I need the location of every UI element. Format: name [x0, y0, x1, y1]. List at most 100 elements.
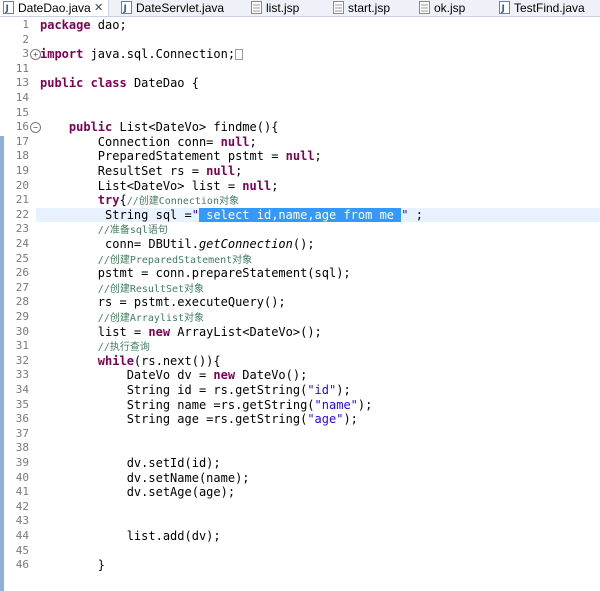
code-line[interactable]: }	[40, 558, 600, 573]
line-number: 26	[15, 266, 29, 280]
line-number-gutter: 1 2 3 +11 13 14 15 16−17 18 19 20 21 22 23 24 25 26 27 28 2…	[4, 17, 41, 591]
tab-label: start.jsp	[348, 1, 391, 15]
tab-label: DateServlet.java	[136, 1, 225, 15]
line-number: 15	[15, 105, 29, 119]
line-number: 14	[15, 91, 29, 104]
line-number: 31	[15, 339, 29, 353]
code-line[interactable]: dv.setName(name);	[40, 471, 600, 486]
code-line[interactable]	[40, 514, 600, 529]
tab-testfind-java[interactable]: J TestFind.java	[496, 0, 600, 16]
line-number: 30	[15, 324, 29, 338]
code-line[interactable]: DateVo dv = new DateVo();	[40, 368, 600, 383]
code-line[interactable]: //准备sql语句	[40, 222, 600, 237]
code-line[interactable]: dv.setId(id);	[40, 456, 600, 471]
line-number: 34	[15, 383, 29, 396]
code-line[interactable]: String age =rs.getString("age");	[40, 412, 600, 427]
java-file-icon: J	[499, 1, 510, 14]
svg-text:J: J	[123, 4, 127, 14]
line-number: 28	[15, 295, 29, 309]
line-number: 20	[15, 178, 29, 192]
line-number: 11	[15, 61, 29, 75]
jsp-file-icon	[251, 1, 262, 14]
line-number: 18	[15, 149, 29, 163]
close-icon[interactable]: ✕	[94, 0, 103, 16]
code-line[interactable]	[40, 500, 600, 515]
code-line[interactable]: Connection conn= null;	[40, 135, 600, 150]
code-line[interactable]: ResultSet rs = null;	[40, 164, 600, 179]
line-number: 45	[15, 543, 29, 557]
code-line[interactable]: PreparedStatement pstmt = null;	[40, 149, 600, 164]
line-number: 36	[15, 412, 29, 426]
code-line[interactable]: public class DateDao {	[40, 76, 600, 91]
line-number: 25	[15, 251, 29, 265]
svg-text:J: J	[501, 4, 505, 14]
line-number: 33	[15, 368, 29, 382]
line-number: 2	[22, 32, 29, 46]
jsp-file-icon	[419, 1, 430, 14]
selected-text: select id,name,age from me	[198, 207, 402, 222]
code-line[interactable]	[40, 62, 600, 77]
line-number: 24	[15, 237, 29, 250]
code-line[interactable]	[40, 33, 600, 48]
code-line[interactable]: while(rs.next()){	[40, 354, 600, 369]
code-line[interactable]	[40, 544, 600, 559]
line-number: 40	[15, 470, 29, 484]
code-line[interactable]: //执行查询	[40, 339, 600, 354]
tab-label: TestFind.java	[514, 1, 585, 15]
line-number: 27	[15, 280, 29, 294]
tab-label: DateDao.java	[18, 1, 91, 15]
code-line[interactable]: try{//创建Connection对象	[40, 193, 600, 208]
code-line[interactable]: //创建ResultSet对象	[40, 281, 600, 296]
line-number: 46	[15, 558, 29, 572]
line-number: 17	[15, 134, 29, 148]
code-line[interactable]: rs = pstmt.executeQuery();	[40, 295, 600, 310]
code-line[interactable]: package dao;	[40, 18, 600, 33]
line-number: 44	[15, 529, 29, 542]
line-number: 37	[15, 426, 29, 440]
tab-ok-jsp[interactable]: ok.jsp	[416, 0, 482, 16]
code-line[interactable]: String id = rs.getString("id");	[40, 383, 600, 398]
editor-tab-bar: J DateDao.java ✕ J DateServlet.java list…	[0, 0, 600, 17]
line-number: 23	[15, 222, 29, 236]
line-number: 41	[15, 485, 29, 499]
code-line[interactable]	[40, 427, 600, 442]
code-line[interactable]	[40, 106, 600, 121]
tab-datedao-java[interactable]: J DateDao.java ✕	[0, 0, 109, 16]
code-line[interactable]: //创建PreparedStatement对象	[40, 252, 600, 267]
svg-text:J: J	[5, 4, 9, 14]
code-line[interactable]: list = new ArrayList<DateVo>();	[40, 325, 600, 340]
line-number: 42	[15, 499, 29, 513]
java-file-icon: J	[3, 1, 14, 14]
tab-label: list.jsp	[266, 1, 300, 15]
line-number: 19	[15, 164, 29, 177]
line-number: 13	[15, 76, 29, 90]
java-file-icon: J	[121, 1, 132, 14]
code-line[interactable]: import java.sql.Connection;	[40, 47, 600, 62]
tab-list-jsp[interactable]: list.jsp	[248, 0, 318, 16]
code-line[interactable]: String name =rs.getString("name");	[40, 398, 600, 413]
tab-start-jsp[interactable]: start.jsp	[330, 0, 402, 16]
folded-imports-icon	[235, 49, 244, 61]
code-editor[interactable]: 1 2 3 +11 13 14 15 16−17 18 19 20 21 22 23 24 25 26 27 28 2…	[0, 17, 600, 591]
code-line[interactable]	[40, 441, 600, 456]
line-number: 1	[22, 18, 29, 31]
line-number: 16	[15, 120, 29, 134]
jsp-file-icon	[333, 1, 344, 14]
tab-label: ok.jsp	[434, 1, 466, 15]
line-number: 39	[15, 456, 29, 469]
code-line[interactable]: //创建Arraylist对象	[40, 310, 600, 325]
code-line[interactable]	[40, 91, 600, 106]
line-number: 32	[15, 353, 29, 367]
code-line[interactable]: public List<DateVo> findme(){	[40, 120, 600, 135]
code-line[interactable]: String sql =" select id,name,age from me…	[36, 207, 600, 223]
code-line[interactable]: pstmt = conn.prepareStatement(sql);	[40, 266, 600, 281]
line-number: 35	[15, 397, 29, 411]
code-line[interactable]: conn= DBUtil.getConnection();	[40, 237, 600, 252]
code-line[interactable]: list.add(dv);	[40, 529, 600, 544]
code-line[interactable]: List<DateVo> list = null;	[40, 179, 600, 194]
line-number: 29	[15, 310, 29, 323]
selected-text: select id,name,age from me	[198, 207, 402, 222]
code-line[interactable]: dv.setAge(age);	[40, 485, 600, 500]
line-number: 38	[15, 441, 29, 455]
tab-dateservlet-java[interactable]: J DateServlet.java	[118, 0, 238, 16]
